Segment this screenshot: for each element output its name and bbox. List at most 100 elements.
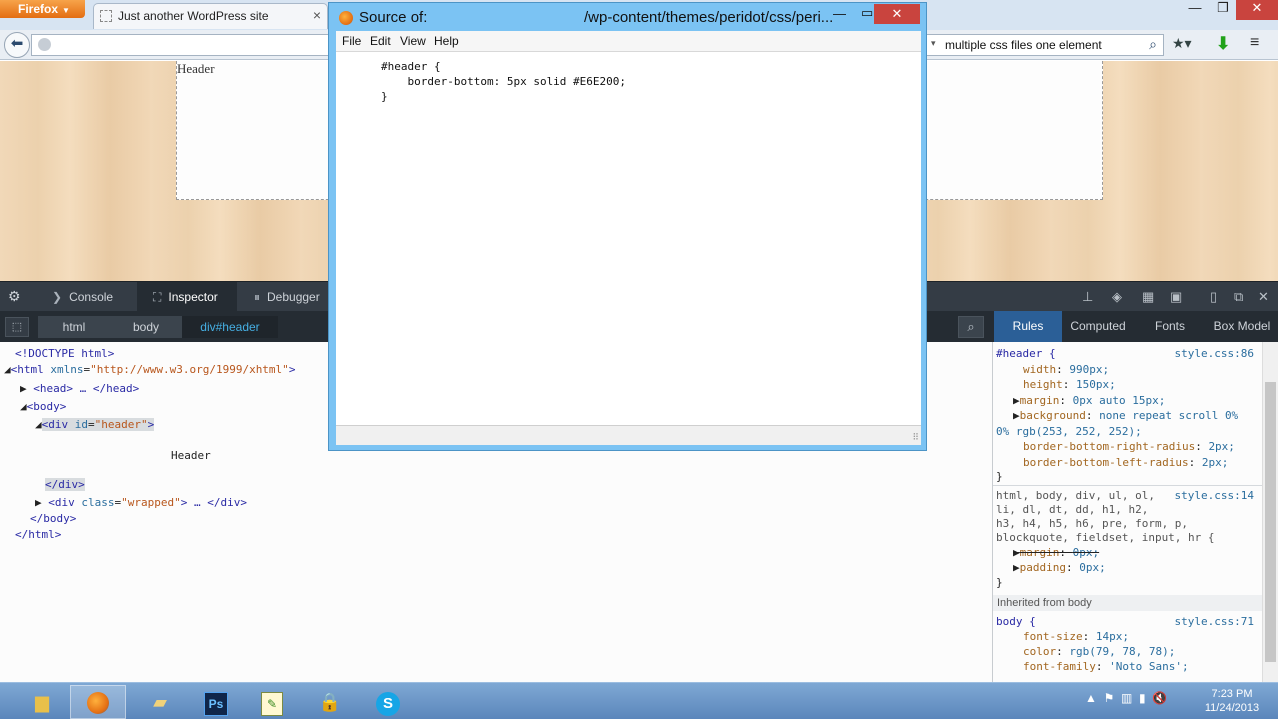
window-minimize-button[interactable]: — [1180, 0, 1210, 20]
system-tray[interactable]: ▲ ⚑ ▥ ▮ 🔇 [1085, 691, 1167, 705]
expand-down-icon[interactable]: ◢ [4, 363, 11, 376]
taskbar-photoshop[interactable]: Ps [188, 685, 244, 719]
tray-expand-icon[interactable]: ▲ [1085, 691, 1097, 705]
markup-node-body[interactable]: ◢<body> [20, 400, 66, 413]
clock-time: 7:23 PM [1211, 688, 1253, 700]
rule-source-link[interactable]: style.css:71 [1175, 615, 1254, 628]
expand-down-icon[interactable]: ◢ [20, 400, 27, 413]
separate-window-icon[interactable]: ⧉ [1234, 289, 1243, 305]
search-input[interactable]: ▾ multiple css files one element ⌕ [926, 34, 1164, 56]
rule-declaration[interactable]: height: 150px; [1023, 378, 1116, 391]
breadcrumb-div-header[interactable]: div#header [182, 316, 278, 338]
markup-body-close[interactable]: </body> [30, 512, 76, 525]
menu-help[interactable]: Help [434, 34, 459, 48]
flag-icon[interactable]: ⚑ [1104, 691, 1115, 705]
expand-down-icon[interactable]: ◢ [35, 418, 42, 431]
source-maximize-button[interactable]: ▭ [861, 5, 873, 21]
rule-selector-header[interactable]: #header { [996, 347, 1056, 360]
bookmarks-button[interactable]: ★▾ [1172, 35, 1204, 55]
rule-declaration[interactable]: border-bottom-left-radius: 2px; [1023, 456, 1228, 469]
markup-div-close[interactable]: </div> [45, 478, 85, 491]
rule-declaration[interactable]: font-size: 14px; [1023, 630, 1129, 643]
expand-right-icon[interactable]: ▶ [1013, 561, 1020, 574]
markup-doctype[interactable]: <!DOCTYPE html> [15, 347, 114, 360]
rule-declaration[interactable]: width: 990px; [1023, 363, 1109, 376]
source-close-button[interactable]: ✕ [874, 4, 920, 24]
markup-html-close[interactable]: </html> [15, 528, 61, 541]
menu-edit[interactable]: Edit [370, 34, 391, 48]
expand-right-icon[interactable]: ▶ [1013, 546, 1020, 559]
rule-selector-body[interactable]: body { [996, 615, 1036, 628]
tab-debugger[interactable]: ⏸ Debugger [254, 282, 320, 312]
rule-source-link[interactable]: style.css:14 [1175, 489, 1254, 502]
3d-view-icon[interactable]: ◈ [1112, 289, 1122, 305]
prop-name: margin [1019, 394, 1060, 407]
rule-declaration[interactable]: border-bottom-right-radius: 2px; [1023, 440, 1235, 453]
scrollbar-thumb[interactable] [1265, 382, 1276, 662]
source-code-view[interactable]: #header { border-bottom: 5px solid #E6E2… [336, 51, 921, 425]
rule-declaration[interactable]: ▶margin: 0px auto 15px; [1013, 394, 1165, 407]
system-clock[interactable]: 7:23 PM 11/24/2013 [1200, 687, 1264, 715]
rule-declaration-overridden[interactable]: ▶margin: 0px; [1013, 546, 1099, 559]
tab-box-model[interactable]: Box Model [1206, 311, 1278, 342]
resize-grip-icon[interactable]: ⠿ [912, 432, 919, 443]
markup-search-button[interactable]: ⌕ [958, 316, 984, 338]
rule-declaration[interactable]: ▶background: none repeat scroll 0% [1013, 409, 1238, 422]
network-icon[interactable]: ▥ [1121, 691, 1132, 705]
source-minimize-button[interactable]: — [833, 6, 846, 21]
tab-inspector[interactable]: ⛶ Inspector [137, 282, 237, 312]
rule-declaration[interactable]: ▶padding: 0px; [1013, 561, 1106, 574]
rule-declaration[interactable]: font-family: 'Noto Sans'; [1023, 660, 1189, 673]
window-close-button[interactable]: ✕ [1236, 0, 1278, 20]
taskbar-skype[interactable]: S [360, 685, 416, 719]
volume-muted-icon[interactable]: 🔇 [1152, 691, 1167, 705]
rules-scrollbar[interactable] [1262, 342, 1278, 682]
taskbar-notepad[interactable]: ✎ [244, 685, 300, 719]
tab-close-icon[interactable]: × [313, 7, 321, 23]
url-bar[interactable] [31, 34, 331, 56]
markup-node-div-wrapped[interactable]: ▶ <div class="wrapped"> … </div> [35, 496, 247, 509]
expand-right-icon[interactable]: ▶ [1013, 409, 1020, 422]
expand-right-icon[interactable]: ▶ [1013, 394, 1020, 407]
menu-file[interactable]: File [342, 34, 361, 48]
tab-console[interactable]: ❯ Console [52, 282, 113, 312]
tab-rules[interactable]: Rules [994, 311, 1062, 342]
expand-right-icon[interactable]: ▶ [35, 496, 42, 509]
rule-source-link[interactable]: style.css:86 [1175, 347, 1254, 360]
element-picker-button[interactable]: ⬚ [5, 317, 29, 337]
markup-node-div-header[interactable]: ◢<div id="header"> [35, 418, 155, 431]
taskbar-firefox[interactable] [70, 685, 126, 719]
rule-declaration[interactable]: color: rgb(79, 78, 78); [1023, 645, 1175, 658]
dock-side-icon[interactable]: ▯ [1210, 289, 1217, 305]
close-devtools-icon[interactable]: ✕ [1258, 289, 1269, 305]
tab-computed[interactable]: Computed [1062, 311, 1134, 342]
rule-selector-reset[interactable]: h3, h4, h5, h6, pre, form, p, [996, 517, 1188, 530]
markup-text-node[interactable]: Header [171, 449, 211, 462]
download-icon[interactable]: ⬇ [1216, 34, 1230, 54]
browser-tab[interactable]: Just another WordPress site × [93, 3, 328, 29]
markup-node-html[interactable]: ◢<html xmlns="http://www.w3.org/1999/xht… [4, 363, 295, 376]
menu-view[interactable]: View [400, 34, 426, 48]
taskbar-folder[interactable]: ▰ [132, 685, 188, 719]
rule-selector-reset[interactable]: blockquote, fieldset, input, hr { [996, 531, 1215, 544]
breadcrumb-html[interactable]: html [38, 316, 110, 338]
paint-flashing-icon[interactable]: ⊥ [1082, 289, 1093, 305]
tab-fonts[interactable]: Fonts [1134, 311, 1206, 342]
taskbar-file-explorer[interactable]: ▆ [14, 685, 70, 719]
devtools-options-button[interactable]: ⚙ [8, 282, 21, 312]
rule-selector-reset[interactable]: html, body, div, ul, ol, [996, 489, 1155, 502]
signal-icon[interactable]: ▮ [1139, 691, 1146, 705]
tab-title: Just another WordPress site [118, 9, 269, 23]
window-maximize-button[interactable]: ❐ [1210, 0, 1236, 20]
back-button[interactable]: ⬅ [4, 32, 30, 58]
markup-node-head[interactable]: ▶ <head> … </head> [20, 382, 139, 395]
breadcrumb-body[interactable]: body [110, 316, 182, 338]
scratchpad-icon[interactable]: ▦ [1142, 289, 1154, 305]
menu-icon[interactable]: ≡ [1250, 34, 1259, 52]
search-icon[interactable]: ⌕ [1149, 36, 1157, 53]
expand-right-icon[interactable]: ▶ [20, 382, 27, 395]
firefox-menu-button[interactable]: Firefox ▼ [0, 0, 85, 18]
rule-selector-reset[interactable]: li, dl, dt, dd, h1, h2, [996, 503, 1148, 516]
responsive-view-icon[interactable]: ▣ [1170, 289, 1182, 305]
taskbar-security-app[interactable]: 🔒 [302, 685, 358, 719]
